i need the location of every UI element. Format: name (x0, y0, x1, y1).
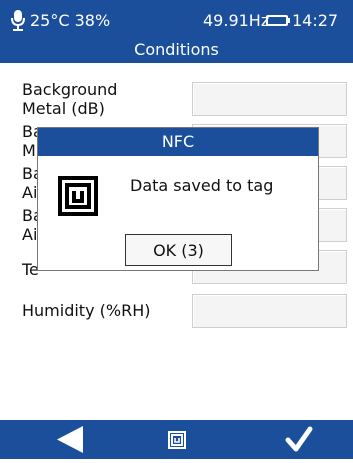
frequency-value: 49.91Hz (203, 11, 270, 30)
back-button[interactable] (35, 420, 115, 459)
temperature-humidity: 25°C 38% (30, 11, 110, 30)
nfc-dialog: NFC Data saved to tag OK (3) (37, 127, 319, 271)
battery-icon (266, 15, 288, 26)
humidity-value: 38% (74, 11, 111, 30)
checkmark-icon (285, 426, 313, 452)
background-metal-field[interactable] (192, 82, 347, 116)
battery-tip (288, 18, 290, 23)
confirm-button[interactable] (262, 420, 342, 459)
nfc-tag-icon (58, 176, 98, 216)
temperature-value: 25°C (30, 11, 70, 30)
back-arrow-icon (57, 426, 83, 453)
label-line: Metal (dB) (22, 99, 105, 118)
row-label-background-metal: Background Metal (dB) (22, 80, 117, 118)
page-title: Conditions (134, 40, 219, 59)
dialog-title: NFC (38, 128, 318, 156)
bottom-bar (0, 420, 353, 459)
microphone-icon (11, 10, 25, 31)
status-row: 25°C 38% 49.91Hz 14:27 (0, 8, 353, 32)
dialog-message: Data saved to tag (130, 176, 274, 195)
ok-button[interactable]: OK (3) (125, 234, 232, 266)
nfc-tag-icon (168, 431, 186, 449)
row-label-humidity: Humidity (%RH) (22, 301, 150, 320)
nfc-button[interactable] (136, 420, 216, 459)
top-bar: 25°C 38% 49.91Hz 14:27 Conditions (0, 0, 353, 63)
humidity-field[interactable] (192, 294, 347, 328)
label-line: Background (22, 80, 118, 99)
clock: 14:27 (292, 11, 339, 30)
label-line: Humidity (%RH) (22, 301, 151, 320)
